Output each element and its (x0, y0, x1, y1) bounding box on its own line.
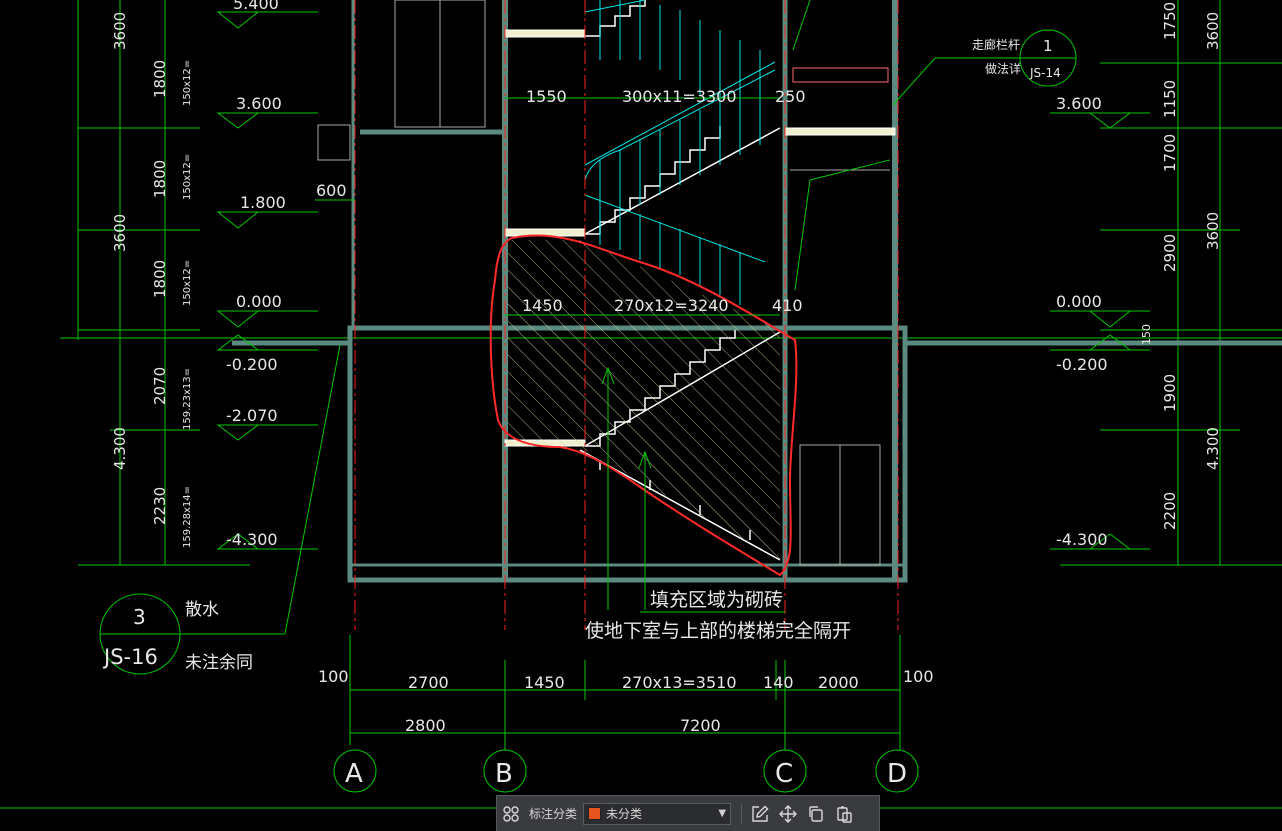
dim-right-inner-5: 2200 (1161, 492, 1179, 530)
dim-right-inner-1: 1150 (1161, 80, 1179, 118)
dim-left-outer-0: 3600 (111, 12, 129, 50)
cad-drawing[interactable]: 5.400 3.600 1.800 0.000 -0.200 -2.070 -4… (0, 0, 1282, 831)
callout-left-number: 3 (133, 605, 146, 629)
dim-bottom-4: 140 (763, 673, 794, 692)
dim-left-outer-2: 4.300 (111, 427, 129, 470)
dim-left-outer-1: 3600 (111, 214, 129, 252)
elevation-markers-right (1050, 112, 1150, 550)
dim-bottom-row2-1: 7200 (680, 716, 721, 735)
dim-right-outer-1: 3600 (1204, 212, 1222, 250)
dim-left-step-2: 150x12= (182, 260, 193, 306)
dim-bottom-3: 270x13=3510 (622, 673, 737, 692)
dim-left-step-1: 150x12= (182, 154, 193, 200)
axis-bubbles (333, 749, 919, 793)
dim-left-inner-2: 1800 (151, 260, 169, 298)
category-select[interactable]: 未分类 ▼ (583, 802, 732, 825)
dim-lower-2: 410 (772, 296, 803, 315)
dim-left-inner-0: 1800 (151, 60, 169, 98)
dim-bottom-5: 2000 (818, 673, 859, 692)
toolbar-divider (741, 803, 743, 824)
elev-left-2: 1.800 (240, 193, 286, 212)
callout-left-sheet: JS-16 (102, 645, 158, 669)
dim-left-step-0: 150x12= (182, 60, 193, 106)
copy-icon[interactable] (802, 800, 830, 828)
paste-icon[interactable] (830, 800, 858, 828)
category-label: 标注分类 (529, 807, 578, 821)
dim-right-outer-2: 4.300 (1204, 427, 1222, 470)
dim-right-inner-2: 1700 (1161, 134, 1179, 172)
annotation-toolbar: 标注分类 未分类 ▼ (496, 795, 880, 831)
dim-left-inner-1: 1800 (151, 160, 169, 198)
elev-left-1: 3.600 (236, 94, 282, 113)
dim-right-inner-0: 1750 (1161, 2, 1179, 40)
annotation-line1: 填充区域为砌砖 (650, 589, 783, 611)
dim-left-inner-4: 2230 (151, 487, 169, 525)
dim-bottom-2: 1450 (524, 673, 565, 692)
elev-right-2: -0.200 (1056, 355, 1108, 374)
elev-right-1: 0.000 (1056, 292, 1102, 311)
elev-right-0: 3.600 (1056, 94, 1102, 113)
grid-apps-icon[interactable] (497, 800, 525, 828)
dim-right-misc: 150 (1140, 324, 1153, 345)
dim-left-step-4: 159.28x14= (182, 486, 193, 548)
dim-window: 600 (316, 181, 347, 200)
chevron-down-icon: ▼ (718, 808, 727, 819)
category-color-swatch (588, 807, 602, 820)
category-selected-value: 未分类 (606, 807, 643, 821)
elevation-markers-left (216, 11, 318, 550)
axis-label-b: B (495, 759, 513, 789)
elev-right-3: -4.300 (1056, 530, 1108, 549)
dim-upper-0: 1550 (526, 87, 567, 106)
callout-top-number: 1 (1043, 37, 1053, 55)
dim-right-inner-4: 1900 (1161, 374, 1179, 412)
callout-left-note2: 未注余同 (185, 653, 253, 673)
axis-label-c: C (775, 759, 793, 789)
annotation-line2: 使地下室与上部的楼梯完全隔开 (585, 620, 851, 642)
callout-top-note1: 走廊栏杆 (972, 37, 1020, 52)
axis-label-a: A (345, 759, 363, 789)
elev-left-5: -2.070 (226, 406, 278, 425)
dim-lower-0: 1450 (522, 296, 563, 315)
elev-left-4: -0.200 (226, 355, 278, 374)
dim-upper-2: 250 (775, 87, 806, 106)
axis-label-d: D (887, 759, 907, 789)
dim-bottom-1: 2700 (408, 673, 449, 692)
callout-top-note2: 做法详 (985, 61, 1021, 76)
dim-left-inner-3: 2070 (151, 367, 169, 405)
dim-bottom-row2-0: 2800 (405, 716, 446, 735)
dim-bottom-0: 100 (318, 667, 349, 686)
elev-left-0: 5.400 (233, 0, 279, 13)
dim-upper-1: 300x11=3300 (622, 87, 737, 106)
dim-lower-1: 270x12=3240 (614, 296, 729, 315)
hatch-fill-area (508, 240, 780, 560)
callout-top-sheet: JS-14 (1029, 66, 1061, 80)
dim-right-outer-0: 3600 (1204, 12, 1222, 50)
edit-icon[interactable] (746, 800, 774, 828)
elev-left-6: -4.300 (226, 530, 278, 549)
dim-right-inner-3: 2900 (1161, 234, 1179, 272)
elev-left-3: 0.000 (236, 292, 282, 311)
dim-bottom-6: 100 (903, 667, 934, 686)
callout-left-note1: 散水 (185, 600, 219, 620)
move-icon[interactable] (774, 800, 802, 828)
dim-left-step-3: 159.23x13= (182, 368, 193, 430)
